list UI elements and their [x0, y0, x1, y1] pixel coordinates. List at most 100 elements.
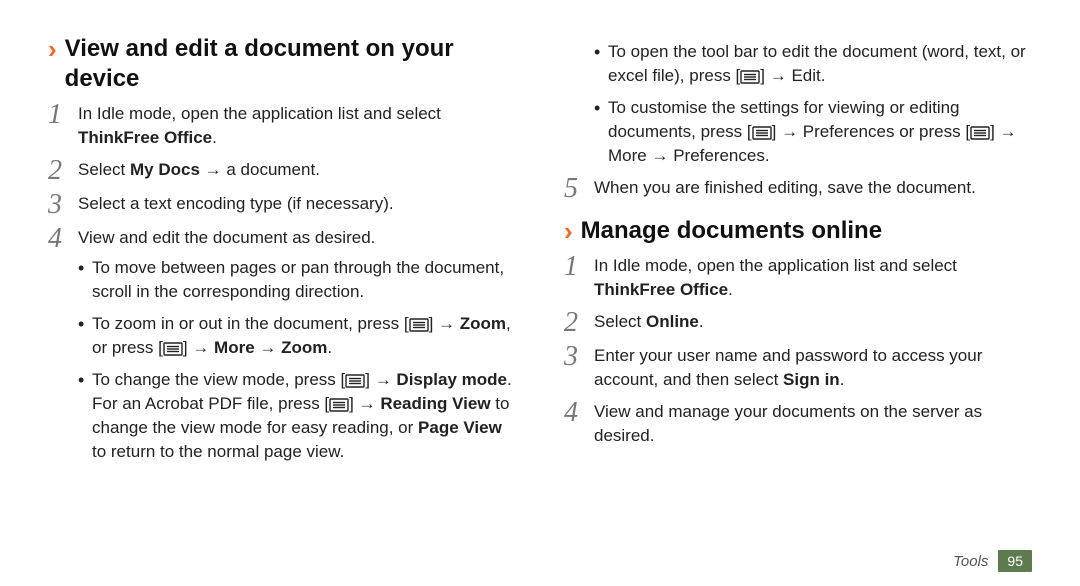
step-3: 3 Select a text encoding type (if necess… [48, 192, 516, 218]
step-number: 3 [48, 192, 78, 218]
text: Select [594, 312, 646, 331]
step-body: When you are finished editing, save the … [594, 176, 1032, 200]
menu-icon [345, 370, 365, 389]
substeps-list: • To move between pages or pan through t… [78, 256, 516, 464]
text: . [212, 128, 217, 147]
text: . [327, 338, 332, 357]
sub-body: To zoom in or out in the document, press… [92, 312, 516, 360]
step-number: 2 [48, 158, 78, 184]
menu-icon [163, 338, 183, 357]
step-number: 1 [564, 254, 594, 280]
bold-text: ThinkFree Office [594, 280, 728, 299]
bold-text: Preferences [803, 122, 895, 141]
text: . [821, 66, 826, 85]
bold-text: Preferences [673, 146, 765, 165]
text: → a document. [200, 160, 320, 179]
step-number: 4 [564, 400, 594, 426]
text: In Idle mode, open the application list … [594, 256, 957, 275]
text: Select [78, 160, 130, 179]
steps-list-1-cont: 5 When you are finished editing, save th… [564, 176, 1032, 202]
sub-body: To customise the settings for viewing or… [608, 96, 1032, 168]
right-column: • To open the tool bar to edit the docum… [564, 34, 1032, 480]
footer-section-label: Tools [953, 553, 988, 570]
step-body: Select My Docs → a document. [78, 158, 516, 182]
chevron-right-icon: › [48, 34, 57, 64]
menu-icon [409, 314, 429, 333]
two-column-layout: › View and edit a document on your devic… [48, 34, 1032, 480]
bold-text: Page View [418, 418, 502, 437]
text: ] → [760, 66, 791, 85]
step-1: 1 In Idle mode, open the application lis… [48, 102, 516, 150]
page-number: 95 [998, 550, 1032, 572]
bold-text: Zoom [460, 314, 506, 333]
step-1b: 1 In Idle mode, open the application lis… [564, 254, 1032, 302]
bullet-icon: • [594, 40, 608, 64]
text: ] → [429, 314, 460, 333]
section-title-1: › View and edit a document on your devic… [48, 34, 516, 94]
text: ] → [990, 122, 1016, 141]
text: ] → [365, 370, 396, 389]
heading-view-edit: View and edit a document on your device [65, 34, 516, 94]
step-body: Enter your user name and password to acc… [594, 344, 1032, 392]
bullet-icon: • [78, 312, 92, 336]
text: or press [ [894, 122, 970, 141]
menu-icon [329, 394, 349, 413]
text: To change the view mode, press [ [92, 370, 345, 389]
text: → [255, 338, 281, 357]
text: . [728, 280, 733, 299]
text: . [840, 370, 845, 389]
text: . [765, 146, 770, 165]
menu-icon [970, 122, 990, 141]
steps-list-1: 1 In Idle mode, open the application lis… [48, 102, 516, 472]
text: to return to the normal page view. [92, 442, 344, 461]
text: . [699, 312, 704, 331]
bold-text: Zoom [281, 338, 327, 357]
text: View and edit the document as desired. [78, 228, 375, 247]
step-number: 3 [564, 344, 594, 370]
step-body: In Idle mode, open the application list … [594, 254, 1032, 302]
step-number: 1 [48, 102, 78, 128]
step-4b: 4 View and manage your documents on the … [564, 400, 1032, 448]
substep: • To open the tool bar to edit the docum… [594, 40, 1032, 88]
bold-text: More [214, 338, 255, 357]
left-column: › View and edit a document on your devic… [48, 34, 516, 480]
step-number: 2 [564, 310, 594, 336]
sub-body: To open the tool bar to edit the documen… [608, 40, 1032, 88]
bold-text: Sign in [783, 370, 840, 389]
bullet-icon: • [594, 96, 608, 120]
bold-text: ThinkFree Office [78, 128, 212, 147]
menu-icon [752, 122, 772, 141]
text: To zoom in or out in the document, press… [92, 314, 409, 333]
step-number: 4 [48, 226, 78, 252]
substep: • To move between pages or pan through t… [78, 256, 516, 304]
step-body: Select a text encoding type (if necessar… [78, 192, 516, 216]
step-2b: 2 Select Online. [564, 310, 1032, 336]
step-body: View and edit the document as desired. •… [78, 226, 516, 472]
step-body: In Idle mode, open the application list … [78, 102, 516, 150]
bold-text: Reading View [380, 394, 490, 413]
section-title-2: › Manage documents online [564, 216, 1032, 246]
text: ] → [772, 122, 803, 141]
bold-text: Edit [791, 66, 820, 85]
step-number: 5 [564, 176, 594, 202]
sub-body: To change the view mode, press [ ] → Disp… [92, 368, 516, 464]
step-5: 5 When you are finished editing, save th… [564, 176, 1032, 202]
menu-icon [740, 66, 760, 85]
step-3b: 3 Enter your user name and password to a… [564, 344, 1032, 392]
step-2: 2 Select My Docs → a document. [48, 158, 516, 184]
bullet-icon: • [78, 256, 92, 280]
bold-text: My Docs [130, 160, 200, 179]
manual-page: › View and edit a document on your devic… [0, 0, 1080, 586]
heading-manage-online: Manage documents online [581, 216, 882, 246]
substeps-list-cont: • To open the tool bar to edit the docum… [594, 40, 1032, 168]
substep: • To change the view mode, press [] → Di… [78, 368, 516, 464]
text: ] → [183, 338, 214, 357]
bold-text: More [608, 146, 647, 165]
step-body: Select Online. [594, 310, 1032, 334]
text: → [647, 146, 673, 165]
step-body: View and manage your documents on the se… [594, 400, 1032, 448]
chevron-right-icon: › [564, 216, 573, 246]
bold-text: Display mode [396, 370, 507, 389]
steps-list-2: 1 In Idle mode, open the application lis… [564, 254, 1032, 448]
sub-body: To move between pages or pan through the… [92, 256, 516, 304]
